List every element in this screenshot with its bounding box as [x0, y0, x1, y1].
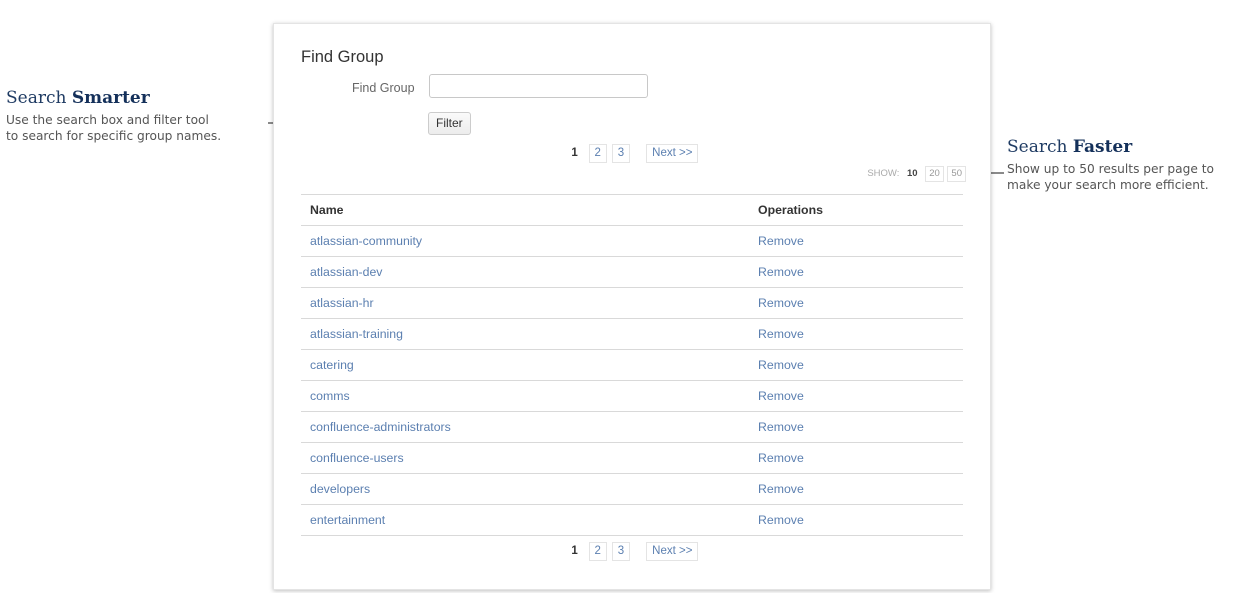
next-page-link[interactable]: Next >>	[646, 542, 699, 561]
group-name-link[interactable]: comms	[301, 380, 749, 412]
callout-title-plain: Search	[1007, 137, 1073, 157]
next-page-link[interactable]: Next >>	[646, 144, 699, 163]
group-name-link[interactable]: developers	[301, 473, 749, 505]
filter-button[interactable]: Filter	[428, 112, 471, 135]
page-link-3[interactable]: 3	[611, 542, 630, 561]
find-group-label: Find Group	[352, 81, 415, 95]
callout-line: make your search more efficient.	[1007, 178, 1209, 192]
table-row: confluence-users Remove	[301, 442, 963, 474]
groups-table: Name Operations atlassian-community Remo…	[301, 194, 963, 536]
page-link-2[interactable]: 2	[588, 144, 607, 163]
table-row: confluence-administrators Remove	[301, 411, 963, 443]
table-row: atlassian-dev Remove	[301, 256, 963, 288]
group-name-link[interactable]: entertainment	[301, 504, 749, 536]
column-header-operations: Operations	[749, 194, 963, 226]
group-name-link[interactable]: catering	[301, 349, 749, 381]
table-row: entertainment Remove	[301, 504, 963, 536]
group-name-link[interactable]: atlassian-hr	[301, 287, 749, 319]
page-size-selector: SHOW: 10 20 50	[867, 166, 966, 182]
table-row: atlassian-training Remove	[301, 318, 963, 350]
show-label: SHOW:	[867, 168, 900, 179]
group-name-link[interactable]: confluence-administrators	[301, 411, 749, 443]
table-row: atlassian-community Remove	[301, 225, 963, 257]
callout-title-plain: Search	[6, 88, 72, 108]
pagination-bottom: 1 2 3 Next >>	[274, 542, 990, 561]
remove-link[interactable]: Remove	[749, 442, 963, 474]
group-name-link[interactable]: atlassian-community	[301, 225, 749, 257]
group-name-link[interactable]: atlassian-training	[301, 318, 749, 350]
callout-title: Search Faster	[1007, 137, 1253, 157]
pagination-top: 1 2 3 Next >>	[274, 144, 990, 163]
find-group-input[interactable]	[429, 74, 648, 98]
page-size-50[interactable]: 50	[947, 166, 966, 182]
callout-title-bold: Smarter	[71, 88, 150, 108]
callout-line: to search for specific group names.	[6, 129, 222, 143]
callout-description: Show up to 50 results per page to make y…	[1007, 161, 1253, 193]
column-header-name: Name	[301, 194, 749, 226]
callout-title: Search Smarter	[6, 88, 268, 108]
remove-link[interactable]: Remove	[749, 225, 963, 257]
callout-line: Show up to 50 results per page to	[1007, 162, 1214, 176]
callout-title-bold: Faster	[1072, 137, 1133, 157]
page-link-2[interactable]: 2	[588, 542, 607, 561]
callout-description: Use the search box and filter tool to se…	[6, 112, 268, 144]
table-header-row: Name Operations	[301, 194, 963, 226]
find-group-panel: Find Group Find Group Filter 1 2 3 Next …	[273, 23, 991, 590]
remove-link[interactable]: Remove	[749, 349, 963, 381]
callout-search-smarter: Search Smarter Use the search box and fi…	[6, 88, 268, 144]
page-link-1[interactable]: 1	[566, 542, 584, 561]
page-size-20[interactable]: 20	[925, 166, 944, 182]
table-row: atlassian-hr Remove	[301, 287, 963, 319]
table-row: catering Remove	[301, 349, 963, 381]
remove-link[interactable]: Remove	[749, 287, 963, 319]
remove-link[interactable]: Remove	[749, 256, 963, 288]
remove-link[interactable]: Remove	[749, 473, 963, 505]
remove-link[interactable]: Remove	[749, 504, 963, 536]
page-link-3[interactable]: 3	[611, 144, 630, 163]
callout-line: Use the search box and filter tool	[6, 113, 209, 127]
group-name-link[interactable]: confluence-users	[301, 442, 749, 474]
table-row: developers Remove	[301, 473, 963, 505]
remove-link[interactable]: Remove	[749, 380, 963, 412]
remove-link[interactable]: Remove	[749, 318, 963, 350]
group-name-link[interactable]: atlassian-dev	[301, 256, 749, 288]
page-title: Find Group	[301, 48, 384, 66]
callout-search-faster: Search Faster Show up to 50 results per …	[1007, 137, 1253, 193]
page-size-10[interactable]: 10	[903, 166, 922, 182]
remove-link[interactable]: Remove	[749, 411, 963, 443]
table-row: comms Remove	[301, 380, 963, 412]
page-link-1[interactable]: 1	[566, 144, 584, 163]
